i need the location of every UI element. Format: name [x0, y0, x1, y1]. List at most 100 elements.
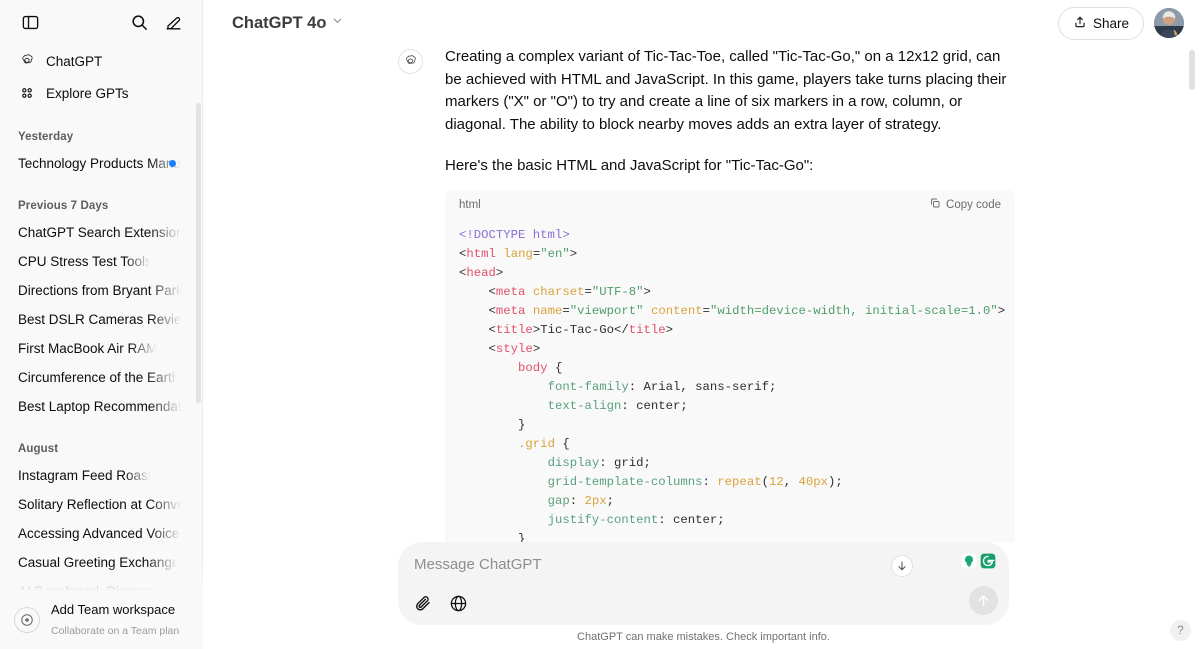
code-token: =: [562, 303, 570, 318]
grid-dots-icon: [18, 84, 36, 102]
code-token: =: [584, 284, 592, 299]
code-token: html: [532, 227, 563, 242]
model-selector[interactable]: ChatGPT 4o: [223, 9, 353, 38]
chevron-down-icon: [331, 14, 344, 32]
help-button[interactable]: ?: [1170, 620, 1191, 641]
message-paragraph: Here's the basic HTML and JavaScript for…: [445, 157, 814, 174]
code-line: grid-template-columns: repeat(12, 40px);: [459, 473, 1001, 492]
code-token: >: [997, 303, 1006, 318]
message-composer[interactable]: Message ChatGPT: [398, 542, 1009, 625]
code-token: repeat: [717, 474, 762, 489]
copy-code-button[interactable]: Copy code: [929, 197, 1001, 212]
code-token: font-family: [547, 379, 629, 394]
copy-code-label: Copy code: [946, 198, 1001, 211]
chat-history-item[interactable]: Circumference of the Earth: [10, 363, 193, 392]
code-token: ,: [783, 474, 799, 489]
send-button[interactable]: [969, 586, 998, 615]
scroll-to-bottom-button[interactable]: [891, 555, 913, 577]
code-token: (: [761, 474, 769, 489]
code-token: justify-content: [547, 512, 659, 527]
sidebar-nav: ChatGPT Explore GPTs: [0, 45, 203, 109]
paperclip-icon[interactable]: [412, 592, 434, 614]
sidebar-item-label: Explore GPTs: [46, 85, 129, 101]
composer-area: Message ChatGPT ChatGPT can make mistake…: [203, 542, 1200, 649]
team-workspace-text: Add Team workspace Collaborate on a Team…: [51, 600, 179, 640]
add-team-workspace-button[interactable]: Add Team workspace Collaborate on a Team…: [0, 565, 203, 649]
code-token: content: [650, 303, 703, 318]
code-token: 40px: [798, 474, 829, 489]
sidebar-scrollbar[interactable]: [195, 103, 201, 403]
code-token: charset: [532, 284, 585, 299]
chat-history-item[interactable]: CPU Stress Test Tools: [10, 247, 193, 276]
chat-history-item[interactable]: Instagram Feed Roast: [10, 461, 193, 490]
chat-history-item[interactable]: First MacBook Air RAM: [10, 334, 193, 363]
code-line: <style>: [459, 340, 1001, 359]
code-language-label: html: [459, 198, 481, 211]
search-icon[interactable]: [123, 7, 155, 39]
code-token: meta: [495, 303, 526, 318]
chat-history-item[interactable]: Technology Products Manufac: [10, 149, 193, 178]
share-button[interactable]: Share: [1057, 6, 1144, 40]
chat-history-item[interactable]: Best Laptop Recommendations: [10, 392, 193, 421]
main-scrollbar[interactable]: [1189, 50, 1195, 90]
chat-history-label: CPU Stress Test Tools: [18, 254, 152, 269]
team-workspace-title: Add Team workspace: [51, 602, 176, 617]
chat-history-item[interactable]: ChatGPT Search Extension Info: [10, 218, 193, 247]
chat-history-item[interactable]: Casual Greeting Exchange: [10, 548, 193, 577]
code-token: : grid;: [599, 455, 651, 470]
code-line: <head>: [459, 264, 1001, 283]
globe-icon[interactable]: [447, 592, 469, 614]
message-paragraph: Creating a complex variant of Tic-Tac-To…: [445, 48, 1007, 133]
code-token: :: [702, 474, 718, 489]
chat-history-label: Best Laptop Recommendations: [18, 399, 183, 414]
chat-history-label: Best DSLR Cameras Reviewed: [18, 312, 183, 327]
chat-history-item[interactable]: Directions from Bryant Park to D: [10, 276, 193, 305]
chat-history-item[interactable]: Solitary Reflection at Conventio: [10, 490, 193, 519]
lightbulb-badge-icon[interactable]: [961, 553, 977, 569]
code-token: {: [547, 360, 563, 375]
code-token: lang: [503, 246, 533, 261]
chat-history-label: Instagram Feed Roast: [18, 468, 152, 483]
code-token: <: [459, 341, 496, 356]
toggle-sidebar-icon[interactable]: [14, 7, 46, 39]
code-content[interactable]: <!DOCTYPE html> <html lang="en"> <head> <m…: [445, 220, 1015, 563]
sidebar-item-label: ChatGPT: [46, 53, 103, 69]
code-token: 12: [768, 474, 784, 489]
chat-history-item[interactable]: Accessing Advanced Voice Feat: [10, 519, 193, 548]
chat-history-item[interactable]: Best DSLR Cameras Reviewed: [10, 305, 193, 334]
sidebar-item-explore-gpts[interactable]: Explore GPTs: [10, 77, 193, 109]
message-body: Creating a complex variant of Tic-Tac-To…: [445, 46, 1015, 563]
code-token: <: [459, 284, 496, 299]
code-token: "viewport": [569, 303, 644, 318]
code-token: ;: [606, 493, 614, 508]
code-token: "width=device-width, initial-scale=1.0": [709, 303, 998, 318]
sidebar-item-chatgpt[interactable]: ChatGPT: [10, 45, 193, 77]
code-line: .grid {: [459, 435, 1001, 454]
openai-logo-icon: [18, 52, 36, 70]
assistant-message: Creating a complex variant of Tic-Tac-To…: [398, 46, 1168, 563]
sidebar-header: [0, 0, 203, 45]
sidebar-section-title: Previous 7 Days: [18, 200, 109, 212]
composer-tools: [412, 592, 469, 614]
new-chat-icon[interactable]: [157, 7, 189, 39]
openai-logo-icon: [398, 49, 423, 74]
avatar[interactable]: [1154, 8, 1184, 38]
chat-history-label: Technology Products Manufac: [18, 156, 183, 171]
code-token: body: [518, 360, 548, 375]
code-line: display: grid;: [459, 454, 1001, 473]
top-bar: ChatGPT 4o Share: [203, 0, 1200, 46]
code-token: title: [495, 322, 533, 337]
grammarly-badge-icon[interactable]: [980, 553, 996, 569]
code-block-header: html Copy code: [445, 190, 1015, 220]
sidebar-header-actions: [123, 7, 189, 39]
code-token: name: [532, 303, 563, 318]
sidebar-scroll-area[interactable]: ChatGPT Explore GPTs Yesterday Technology…: [0, 45, 203, 649]
chat-history-label: Accessing Advanced Voice Feat: [18, 526, 183, 541]
chat-history-label: Solitary Reflection at Conventio: [18, 497, 183, 512]
code-line: <title>Tic-Tac-Go</title>: [459, 321, 1001, 340]
